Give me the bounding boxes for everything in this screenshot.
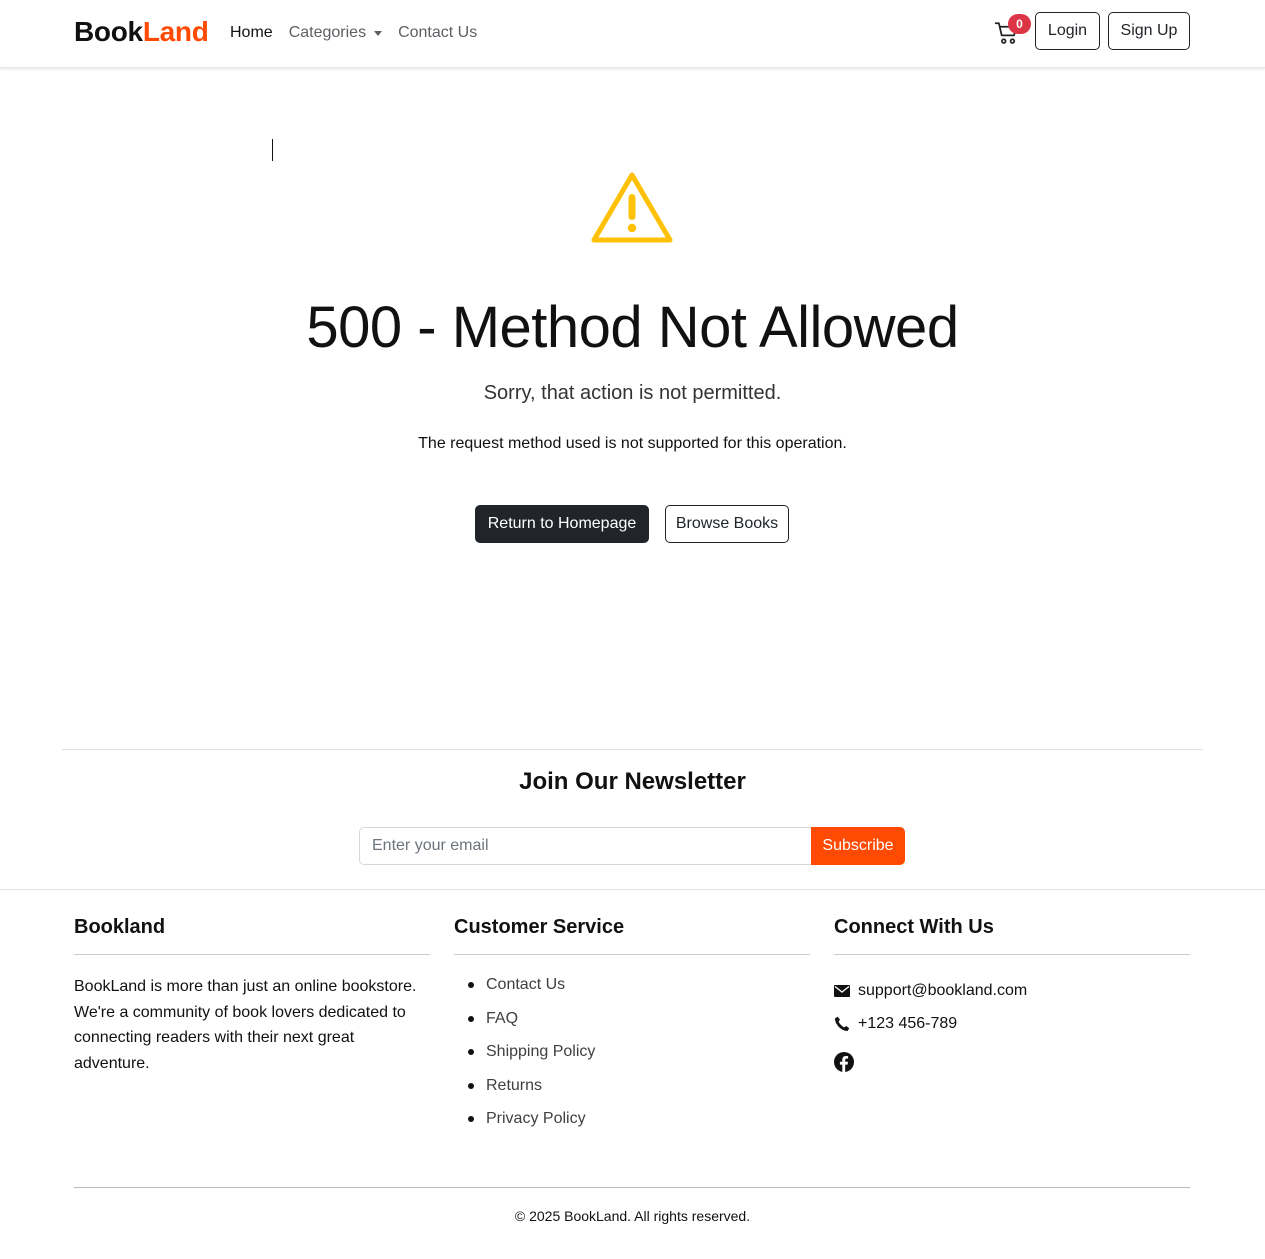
nav-home[interactable]: Home	[230, 22, 273, 44]
footer-connect-heading: Connect With Us	[834, 914, 1190, 955]
footer-service-column: Customer Service Contact Us FAQ Shipping…	[454, 914, 810, 1142]
error-message: The request method used is not supported…	[418, 435, 847, 452]
caret-down-icon	[374, 31, 383, 36]
browse-books-button[interactable]: Browse Books	[665, 505, 789, 543]
nav-categories-label: Categories	[288, 24, 367, 41]
contact-phone-row: +123 456-789	[834, 1007, 1190, 1040]
footer-bottom-divider	[74, 1187, 1190, 1188]
list-item: Privacy Policy	[454, 1108, 810, 1142]
footer-link-faq[interactable]: FAQ	[486, 1010, 518, 1027]
brand-logo[interactable]: BookLand	[74, 14, 209, 50]
text-cursor	[272, 139, 273, 161]
navbar: BookLand Home Categories Contact Us 0 Lo…	[0, 0, 1265, 68]
main-nav: Home Categories Contact Us	[230, 22, 477, 44]
copyright-text: © 2025 BookLand. All rights reserved.	[514, 1208, 751, 1224]
contact-email: support@bookland.com	[858, 981, 1028, 999]
facebook-icon[interactable]	[834, 1052, 854, 1072]
newsletter-divider	[62, 749, 1203, 750]
footer-service-heading: Customer Service	[454, 914, 810, 955]
contact-phone: +123 456-789	[858, 1014, 958, 1032]
footer-about-text: BookLand is more than just an online boo…	[74, 978, 417, 1072]
footer-about-heading: Bookland	[74, 914, 430, 955]
footer-top-divider	[0, 889, 1265, 890]
signup-button[interactable]: Sign Up	[1108, 12, 1190, 50]
brand-part-land: Land	[142, 16, 209, 47]
cart-count-badge: 0	[1008, 14, 1031, 34]
contact-email-row: support@bookland.com	[834, 974, 1190, 1007]
newsletter-email-input[interactable]	[359, 827, 812, 865]
brand-part-book: Book	[74, 16, 143, 47]
footer-link-returns[interactable]: Returns	[486, 1077, 542, 1094]
list-item: FAQ	[454, 1008, 810, 1042]
error-lead: Sorry, that action is not permitted.	[483, 382, 782, 404]
phone-icon	[834, 1016, 858, 1032]
list-item: Shipping Policy	[454, 1041, 810, 1075]
list-item: Contact Us	[454, 974, 810, 1008]
footer-service-list: Contact Us FAQ Shipping Policy Returns P…	[454, 974, 810, 1142]
footer-link-contact[interactable]: Contact Us	[486, 976, 565, 993]
footer-connect-column: Connect With Us support@bookland.com +12…	[834, 914, 1190, 1077]
error-title: 500 - Method Not Allowed	[306, 295, 959, 360]
return-home-button[interactable]: Return to Homepage	[475, 505, 649, 543]
nav-categories-dropdown[interactable]: Categories	[288, 22, 383, 44]
footer-link-privacy[interactable]: Privacy Policy	[486, 1110, 586, 1127]
nav-contact[interactable]: Contact Us	[398, 22, 477, 44]
list-item: Returns	[454, 1075, 810, 1109]
login-button[interactable]: Login	[1035, 12, 1100, 50]
footer-about-column: Bookland BookLand is more than just an o…	[74, 914, 430, 1076]
subscribe-button[interactable]: Subscribe	[811, 827, 905, 865]
warning-triangle-icon	[591, 172, 673, 243]
newsletter-title: Join Our Newsletter	[519, 768, 746, 795]
envelope-icon	[834, 983, 858, 999]
footer-link-shipping[interactable]: Shipping Policy	[486, 1043, 595, 1060]
